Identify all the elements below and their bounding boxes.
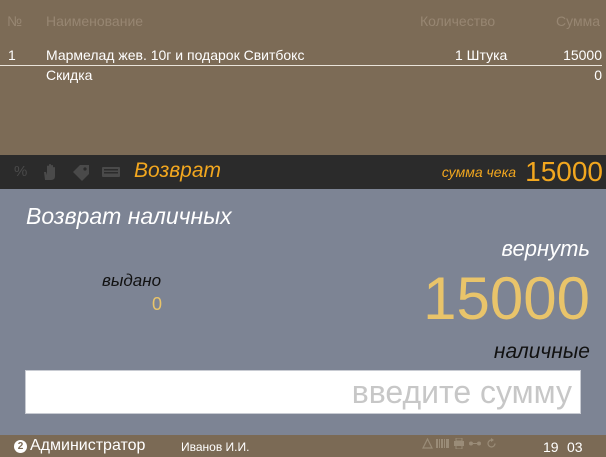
hand-icon[interactable] xyxy=(41,163,59,181)
discount-label: Скидка xyxy=(46,67,93,83)
clock-hours: 19 xyxy=(543,439,559,455)
user-role: Администратор xyxy=(30,437,146,454)
mode-toolbar: % Возврат сумма чека 15000 xyxy=(0,155,606,189)
receipt-total-label: сумма чека xyxy=(441,164,516,180)
row-name: Мармелад жев. 10г и подарок Свитбокс xyxy=(46,47,305,63)
barcode-icon xyxy=(436,438,450,452)
percent-icon[interactable]: % xyxy=(14,163,27,181)
receipt-table: № Наименование Количество Сумма 1 Мармел… xyxy=(0,0,606,155)
cash-return-panel: Возврат наличных вернуть выдано 0 15000 … xyxy=(0,189,606,435)
panel-title: Возврат наличных xyxy=(26,203,232,229)
row-divider xyxy=(0,65,602,66)
warning-icon xyxy=(422,437,433,452)
receipt-total-value: 15000 xyxy=(525,156,603,187)
row-num: 1 xyxy=(8,47,16,63)
row-sum: 15000 xyxy=(563,47,602,63)
column-header-sum: Сумма xyxy=(556,13,600,29)
payment-type: наличные xyxy=(493,340,590,363)
tag-icon[interactable] xyxy=(71,163,91,181)
issued-value: 0 xyxy=(152,294,163,314)
user-name: Иванов И.И. xyxy=(181,440,250,454)
status-bar: 2 Администратор Иванов И.И. 19 03 xyxy=(0,435,606,457)
column-header-qty: Количество xyxy=(420,13,496,29)
return-amount: 15000 xyxy=(423,265,590,332)
mode-title: Возврат xyxy=(134,159,222,182)
network-icon xyxy=(468,438,482,452)
printer-icon xyxy=(453,437,465,452)
return-label: вернуть xyxy=(501,236,590,261)
column-header-name: Наименование xyxy=(46,13,144,29)
row-qty: 1 Штука xyxy=(455,47,508,63)
amount-input[interactable] xyxy=(25,370,581,414)
user-badge: 2 xyxy=(14,440,27,453)
issued-label: выдано xyxy=(102,271,162,290)
discount-value: 0 xyxy=(594,67,602,83)
keyboard-icon[interactable] xyxy=(101,163,121,181)
sync-icon xyxy=(486,438,497,452)
clock-minutes: 03 xyxy=(567,439,583,455)
column-header-num: № xyxy=(7,13,23,29)
